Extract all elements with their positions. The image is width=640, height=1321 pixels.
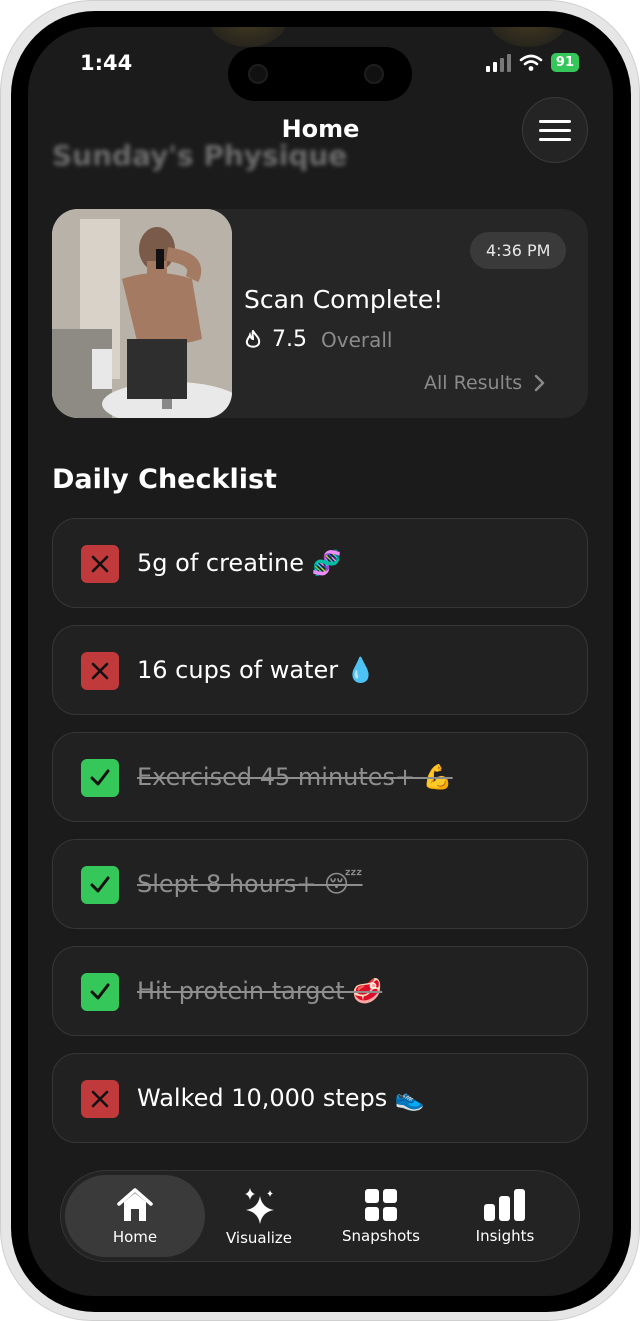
- bar-chart-icon: [484, 1188, 525, 1221]
- sparkles-icon: [245, 1187, 274, 1224]
- scan-time-badge: 4:36 PM: [470, 232, 567, 269]
- chevron-right-icon: [535, 374, 545, 392]
- checkbox-checked[interactable]: [81, 866, 119, 904]
- menu-button[interactable]: [522, 97, 588, 163]
- score-label: Overall: [321, 327, 393, 352]
- all-results-label: All Results: [424, 372, 523, 394]
- checklist-item[interactable]: 16 cups of water 💧: [52, 625, 588, 715]
- status-indicators: 91: [485, 53, 579, 72]
- overall-score: 7.5 Overall: [244, 327, 392, 352]
- home-icon: [117, 1187, 153, 1221]
- checklist-item-label: Exercised 45 minutes+ 💪: [137, 763, 453, 791]
- battery-indicator: 91: [550, 53, 579, 72]
- tab-visualize[interactable]: Visualize: [189, 1175, 329, 1257]
- tab-home-label: Home: [112, 1227, 158, 1246]
- app-screen: 1:44 91 Sunday's Physique Home 4:36 PM S…: [28, 27, 613, 1296]
- checklist-item-label: 5g of creatine 🧬: [137, 549, 342, 577]
- camera-icon: [248, 64, 268, 84]
- checklist-item[interactable]: Walked 10,000 steps 👟: [52, 1053, 588, 1143]
- wifi-icon: [519, 54, 543, 71]
- tab-home[interactable]: Home: [65, 1175, 205, 1257]
- background-glow: [208, 27, 288, 47]
- scan-result-card[interactable]: 4:36 PM Scan Complete! 7.5 Overall All R…: [52, 209, 588, 418]
- checklist-item[interactable]: Hit protein target 🥩: [52, 946, 588, 1036]
- bottom-tab-bar: Home Visualize Snapshots Insights: [60, 1170, 580, 1262]
- checkbox-unchecked[interactable]: [81, 545, 119, 583]
- tab-insights[interactable]: Insights: [435, 1175, 575, 1257]
- checkbox-checked[interactable]: [81, 973, 119, 1011]
- checklist-item-label: Hit protein target 🥩: [137, 977, 383, 1005]
- battery-level: 91: [555, 55, 574, 70]
- tab-visualize-label: Visualize: [225, 1228, 293, 1247]
- tab-snapshots-label: Snapshots: [342, 1226, 420, 1245]
- status-time: 1:44: [80, 51, 133, 75]
- checklist-item[interactable]: Slept 8 hours+ 😴: [52, 839, 588, 929]
- checkmark-icon: [90, 769, 110, 786]
- checkmark-icon: [90, 983, 110, 1000]
- all-results-link[interactable]: All Results: [424, 372, 546, 394]
- scan-title: Scan Complete!: [244, 285, 444, 314]
- x-icon: [91, 662, 109, 680]
- x-icon: [91, 1090, 109, 1108]
- tab-insights-label: Insights: [475, 1226, 535, 1245]
- x-icon: [91, 555, 109, 573]
- checklist-item-label: Walked 10,000 steps 👟: [137, 1084, 425, 1112]
- grid-icon: [365, 1188, 397, 1221]
- tab-snapshots[interactable]: Snapshots: [311, 1175, 451, 1257]
- checkbox-unchecked[interactable]: [81, 652, 119, 690]
- checkbox-unchecked[interactable]: [81, 1080, 119, 1118]
- checkmark-icon: [90, 876, 110, 893]
- sensor-icon: [364, 64, 384, 84]
- cellular-signal-icon: [485, 53, 511, 72]
- blurred-page-title: Sunday's Physique: [52, 139, 348, 172]
- checklist-title: Daily Checklist: [52, 464, 277, 495]
- score-value: 7.5: [272, 327, 307, 352]
- flame-icon: [245, 329, 261, 348]
- checkbox-checked[interactable]: [81, 759, 119, 797]
- checklist-item[interactable]: Exercised 45 minutes+ 💪: [52, 732, 588, 822]
- checklist-item-label: Slept 8 hours+ 😴: [137, 870, 363, 898]
- checklist-item[interactable]: 5g of creatine 🧬: [52, 518, 588, 608]
- hamburger-icon: [539, 119, 571, 123]
- dynamic-island: [228, 47, 412, 101]
- physique-photo: [52, 209, 232, 418]
- checklist-item-label: 16 cups of water 💧: [137, 656, 376, 684]
- background-glow: [488, 27, 568, 47]
